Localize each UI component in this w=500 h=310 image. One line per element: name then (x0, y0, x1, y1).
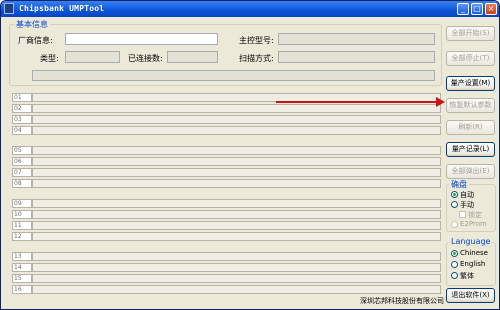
port-status-bar (32, 252, 441, 261)
chinese-label: Chinese (460, 249, 488, 257)
port-number: 14 (12, 263, 32, 272)
port-number: 05 (12, 146, 32, 155)
auto-radio[interactable] (451, 191, 458, 198)
type-field[interactable] (65, 51, 120, 63)
mp-settings-button[interactable]: 量产设置(M) (446, 76, 495, 91)
port-status-bar (32, 210, 441, 219)
e2prom-label: E2Prom (460, 220, 487, 228)
port-number: 13 (12, 252, 32, 261)
port-number: 06 (12, 157, 32, 166)
vendor-label: 厂商信息: (18, 36, 53, 45)
language-group-title: Language (449, 237, 493, 246)
port-status-bar (32, 157, 441, 166)
port-status-bar (32, 285, 441, 294)
port-number: 03 (12, 115, 32, 124)
mp-log-button[interactable]: 量产记录(L) (446, 142, 495, 157)
port-status-bar (32, 263, 441, 272)
port-status-bar (32, 179, 441, 188)
port-number: 11 (12, 221, 32, 230)
port-status-bar (32, 199, 441, 208)
chinese-radio[interactable] (451, 250, 458, 257)
port-number: 09 (12, 199, 32, 208)
port-number: 01 (12, 93, 32, 102)
port-status-bar (32, 146, 441, 155)
e2prom-radio[interactable] (451, 221, 458, 228)
english-radio[interactable] (451, 261, 458, 268)
company-name: 深圳芯邦科技股份有限公司 (360, 297, 444, 305)
controller-label: 主控型号: (239, 36, 274, 45)
language-group: Language Chinese English 繁体 (446, 237, 496, 286)
port-status-bar (32, 221, 441, 230)
port-status-bar (32, 126, 441, 135)
refresh-button[interactable]: 刷新(R) (446, 120, 495, 135)
window-title: Chipsbank UMPTool (19, 4, 105, 13)
eject-all-button[interactable]: 全部弹出(E) (446, 164, 495, 179)
connected-label: 已连接数: (128, 54, 163, 63)
traditional-chinese-radio[interactable] (451, 272, 458, 279)
port-status-bar (32, 104, 441, 113)
connected-count-field[interactable] (167, 51, 218, 63)
manual-radio[interactable] (451, 201, 458, 208)
title-bar[interactable]: Chipsbank UMPTool _ □ × (1, 1, 499, 17)
scan-mode-label: 扫描方式: (239, 54, 274, 63)
port-status-bar (32, 232, 441, 241)
port-number: 02 (12, 104, 32, 113)
scan-mode-field[interactable] (278, 51, 435, 63)
minimize-button[interactable]: _ (457, 3, 469, 15)
close-button[interactable]: × (485, 3, 497, 15)
lock-checkbox[interactable] (459, 211, 466, 218)
mode-group: 确盘 自动 手动 锁定 E2Prom (446, 179, 496, 232)
traditional-chinese-label: 繁体 (460, 272, 474, 280)
auto-label: 自动 (460, 191, 474, 199)
port-number: 15 (12, 274, 32, 283)
port-status-bar (32, 115, 441, 124)
port-number: 07 (12, 168, 32, 177)
restore-defaults-button[interactable]: 恢复默认参数 (446, 98, 495, 113)
maximize-button[interactable]: □ (471, 3, 483, 15)
port-number: 10 (12, 210, 32, 219)
port-number: 16 (12, 285, 32, 294)
controller-field[interactable] (278, 33, 435, 45)
port-number: 08 (12, 179, 32, 188)
vendor-field[interactable] (65, 33, 218, 45)
basic-info-group: 基本信息 厂商信息: 主控型号: 类型: 已连接数: 扫描方式: (9, 19, 442, 86)
status-field (32, 70, 435, 81)
arrow-right-icon (436, 97, 445, 107)
port-number: 04 (12, 126, 32, 135)
lock-label: 锁定 (468, 211, 482, 219)
stop-all-button[interactable]: 全部停止(T) (446, 51, 495, 66)
port-status-bar (32, 168, 441, 177)
exit-button[interactable]: 退出软件(X) (446, 288, 495, 303)
basic-info-title: 基本信息 (14, 19, 50, 30)
english-label: English (460, 260, 486, 268)
mode-group-title: 确盘 (449, 179, 469, 190)
start-all-button[interactable]: 全部开始(S) (446, 26, 495, 41)
annotation-arrow-line (276, 101, 438, 103)
type-label: 类型: (40, 54, 59, 63)
port-status-bar (32, 274, 441, 283)
client-area: 基本信息 厂商信息: 主控型号: 类型: 已连接数: 扫描方式: 01 02 0… (5, 18, 496, 306)
manual-label: 手动 (460, 201, 474, 209)
app-icon (4, 3, 14, 14)
app-window: Chipsbank UMPTool _ □ × 基本信息 厂商信息: 主控型号:… (0, 0, 500, 310)
port-number: 12 (12, 232, 32, 241)
